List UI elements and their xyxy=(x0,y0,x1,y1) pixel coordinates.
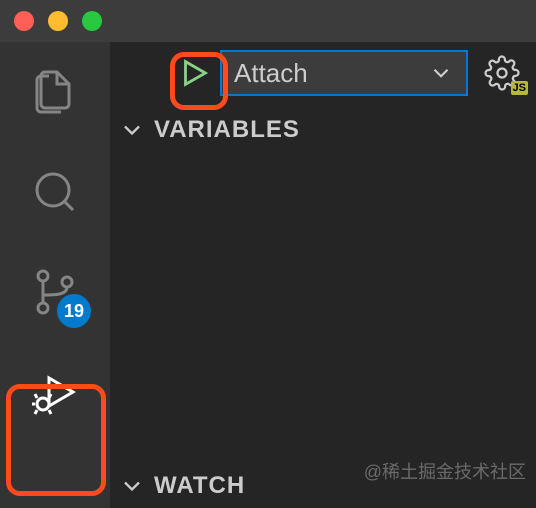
chevron-down-icon xyxy=(118,116,146,144)
minimize-window-button[interactable] xyxy=(48,11,68,31)
window-titlebar xyxy=(0,0,536,42)
close-window-button[interactable] xyxy=(14,11,34,31)
maximize-window-button[interactable] xyxy=(82,11,102,31)
search-tab[interactable] xyxy=(27,164,83,220)
watermark-text: @稀土掘金技术社区 xyxy=(364,458,526,484)
annotation-highlight-play xyxy=(170,52,228,110)
annotation-highlight-debug xyxy=(6,384,106,496)
chevron-down-icon xyxy=(118,472,146,500)
debug-config-select[interactable]: Attach xyxy=(220,50,468,96)
debug-settings-button[interactable]: JS xyxy=(482,53,522,93)
variables-section-header[interactable]: VARIABLES xyxy=(110,108,536,152)
debug-sidebar: Attach JS VARIABLES WA xyxy=(110,42,536,508)
source-control-tab[interactable]: 19 xyxy=(27,264,83,320)
debug-config-label: Attach xyxy=(234,58,308,89)
js-badge: JS xyxy=(511,81,528,95)
search-icon xyxy=(31,168,79,216)
variables-label: VARIABLES xyxy=(154,116,300,144)
scm-badge: 19 xyxy=(57,294,91,328)
explorer-tab[interactable] xyxy=(27,64,83,120)
watch-label: WATCH xyxy=(154,472,245,500)
chevron-down-icon xyxy=(428,60,454,86)
files-icon xyxy=(31,68,79,116)
